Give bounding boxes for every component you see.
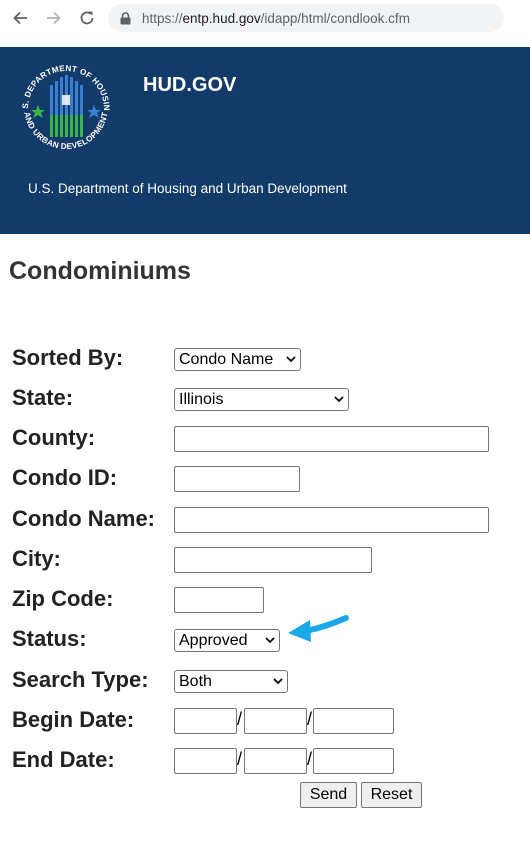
chevron-down-icon [273,678,283,685]
date-separator: / [307,749,313,769]
search-type-label: Search Type: [12,667,149,692]
site-name[interactable]: HUD.GOV [143,74,236,97]
forward-icon[interactable] [42,6,66,30]
zip-code-input[interactable] [174,587,264,613]
chevron-down-icon [334,396,344,403]
begin-date-month-input[interactable] [174,708,237,734]
hud-seal-logo: U.S. DEPARTMENT OF HOUSING AND URBAN DEV… [11,48,118,159]
county-input[interactable] [174,426,489,452]
begin-date-year-input[interactable] [313,708,394,734]
status-label: Status: [12,626,87,651]
condo-id-label: Condo ID: [12,465,118,490]
begin-date-label: Begin Date: [12,707,135,732]
end-date-label: End Date: [12,747,115,772]
page-title: Condominiums [9,257,191,285]
back-icon[interactable] [8,6,32,30]
date-separator: / [307,709,313,729]
chevron-down-icon [286,356,296,363]
status-select[interactable]: Approved [174,629,280,652]
zip-code-label: Zip Code: [12,586,114,611]
browser-toolbar: https://entp.hud.gov/idapp/html/condlook… [0,0,530,36]
search-type-select[interactable]: Both [174,670,288,693]
reset-button[interactable]: Reset [361,782,422,808]
site-header: U.S. DEPARTMENT OF HOUSING AND URBAN DEV… [0,47,530,234]
city-label: City: [12,546,61,571]
address-bar[interactable]: https://entp.hud.gov/idapp/html/condlook… [108,4,504,32]
state-label: State: [12,385,74,410]
date-separator: / [237,749,243,769]
county-label: County: [12,425,96,450]
state-select[interactable]: Illinois [174,388,349,411]
lock-icon [120,11,134,25]
begin-date-day-input[interactable] [244,708,307,734]
chevron-down-icon [265,637,275,644]
condo-name-input[interactable] [174,507,489,533]
date-separator: / [237,709,243,729]
condo-name-label: Condo Name: [12,506,155,531]
sorted-by-select[interactable]: Condo Name [174,348,301,371]
reload-icon[interactable] [75,6,99,30]
condo-id-input[interactable] [174,466,300,492]
end-date-day-input[interactable] [244,748,307,774]
url-text: https://entp.hud.gov/idapp/html/condlook… [142,10,410,26]
send-button[interactable]: Send [300,782,357,808]
sorted-by-label: Sorted By: [12,345,124,370]
site-subtitle: U.S. Department of Housing and Urban Dev… [28,181,347,196]
end-date-month-input[interactable] [174,748,237,774]
end-date-year-input[interactable] [313,748,394,774]
annotation-arrow-icon [288,615,349,642]
city-input[interactable] [174,547,372,573]
